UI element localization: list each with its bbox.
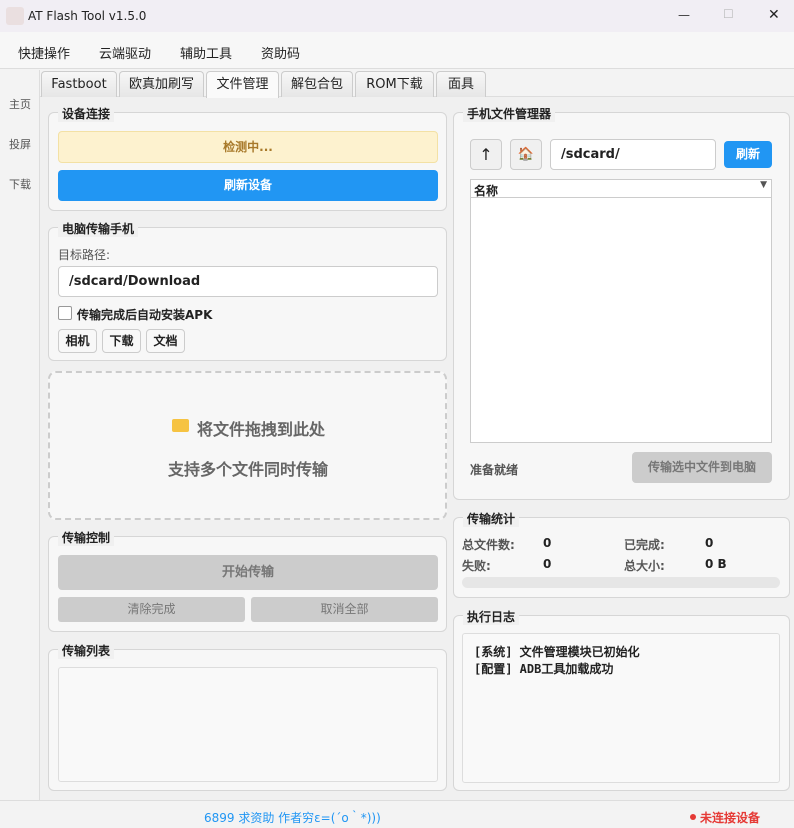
menu-cloud-driver[interactable]: 云端驱动 (99, 43, 151, 62)
log-output[interactable]: [系统] 文件管理模块已初始化 [配置] ADB工具加载成功 (462, 633, 780, 783)
tab-magisk[interactable]: 面具 (436, 71, 486, 97)
close-button[interactable]: ✕ (768, 7, 780, 23)
title-bar: AT Flash Tool v1.5.0 — ☐ ✕ (0, 0, 794, 32)
phone-path-input[interactable]: /sdcard/ (550, 139, 716, 170)
total-files-value: 0 (543, 536, 552, 550)
sidebar: 主页 投屏 下载 (0, 70, 40, 800)
log-line: [配置] ADB工具加载成功 (474, 662, 614, 676)
tab-file-manager[interactable]: 文件管理 (206, 71, 279, 98)
minimize-button[interactable]: — (678, 8, 690, 22)
clear-completed-button[interactable]: 清除完成 (58, 597, 245, 622)
file-manager-title: 手机文件管理器 (463, 105, 556, 122)
cancel-all-button[interactable]: 取消全部 (251, 597, 438, 622)
total-size-value: 0 B (705, 557, 727, 571)
completed-label: 已完成: (624, 538, 665, 552)
file-tree[interactable] (470, 179, 772, 443)
home-icon[interactable]: 🏠 (510, 139, 542, 170)
menu-donate-code[interactable]: 资助码 (261, 43, 300, 62)
transfer-list[interactable] (58, 667, 438, 782)
pc-to-phone-title: 电脑传输手机 (58, 220, 139, 237)
total-size-label: 总大小: (624, 559, 665, 573)
auto-install-checkbox[interactable] (58, 306, 72, 320)
start-transfer-button[interactable]: 开始传输 (58, 555, 438, 590)
fm-status: 准备就绪 (470, 463, 519, 477)
tab-oppo-flash[interactable]: 欧真加刷写 (119, 71, 204, 97)
transfer-to-pc-button[interactable]: 传输选中文件到电脑 (632, 452, 772, 483)
up-directory-button[interactable]: ↑ (470, 139, 502, 170)
transfer-list-title: 传输列表 (58, 642, 115, 659)
quick-docs-button[interactable]: 文档 (146, 329, 185, 353)
total-files-label: 总文件数: (462, 538, 515, 552)
failed-label: 失败: (462, 559, 491, 573)
sort-chevron-icon: ▼ (760, 180, 767, 190)
phone-refresh-button[interactable]: 刷新 (724, 141, 772, 168)
log-title: 执行日志 (463, 608, 520, 625)
name-column-header[interactable]: 名称 ▼ (471, 180, 771, 198)
target-path-input[interactable]: /sdcard/Download (58, 266, 438, 297)
app-logo-icon (6, 7, 24, 25)
drop-zone-text: 将文件拖拽到此处 (197, 420, 326, 439)
log-line: [系统] 文件管理模块已初始化 (474, 645, 640, 659)
donate-message[interactable]: 6899 求资助 作者穷ε=(´ο｀*))) (204, 809, 381, 826)
tab-unpack[interactable]: 解包合包 (281, 71, 353, 97)
menu-quick-actions[interactable]: 快捷操作 (18, 43, 70, 62)
transfer-progress-bar (462, 577, 780, 588)
connection-status: 未连接设备 (700, 811, 761, 825)
name-column-label: 名称 (474, 184, 499, 198)
drop-zone-subtext: 支持多个文件同时传输 (168, 460, 329, 479)
device-status: 检测中... (58, 131, 438, 163)
sidebar-item-cast[interactable]: 投屏 (9, 136, 31, 152)
tab-fastboot[interactable]: Fastboot (41, 71, 117, 97)
device-group-title: 设备连接 (58, 105, 115, 122)
quick-download-button[interactable]: 下载 (102, 329, 141, 353)
connection-dot-icon (690, 814, 696, 820)
menu-tools[interactable]: 辅助工具 (180, 43, 232, 62)
failed-value: 0 (543, 557, 552, 571)
drop-zone[interactable] (48, 371, 447, 520)
stats-title: 传输统计 (463, 510, 520, 527)
sidebar-item-download[interactable]: 下载 (9, 176, 31, 192)
folder-icon (172, 419, 189, 432)
status-bar: 6899 求资助 作者穷ε=(´ο｀*))) 未连接设备 (0, 800, 794, 828)
refresh-device-button[interactable]: 刷新设备 (58, 170, 438, 201)
sidebar-item-home[interactable]: 主页 (9, 96, 31, 112)
completed-value: 0 (705, 536, 714, 550)
window-title: AT Flash Tool v1.5.0 (28, 9, 147, 23)
target-path-label: 目标路径: (58, 248, 111, 262)
auto-install-label: 传输完成后自动安装APK (77, 308, 213, 322)
maximize-button[interactable]: ☐ (723, 7, 734, 21)
tab-rom-download[interactable]: ROM下载 (355, 71, 434, 97)
transfer-control-title: 传输控制 (58, 529, 115, 546)
quick-camera-button[interactable]: 相机 (58, 329, 97, 353)
